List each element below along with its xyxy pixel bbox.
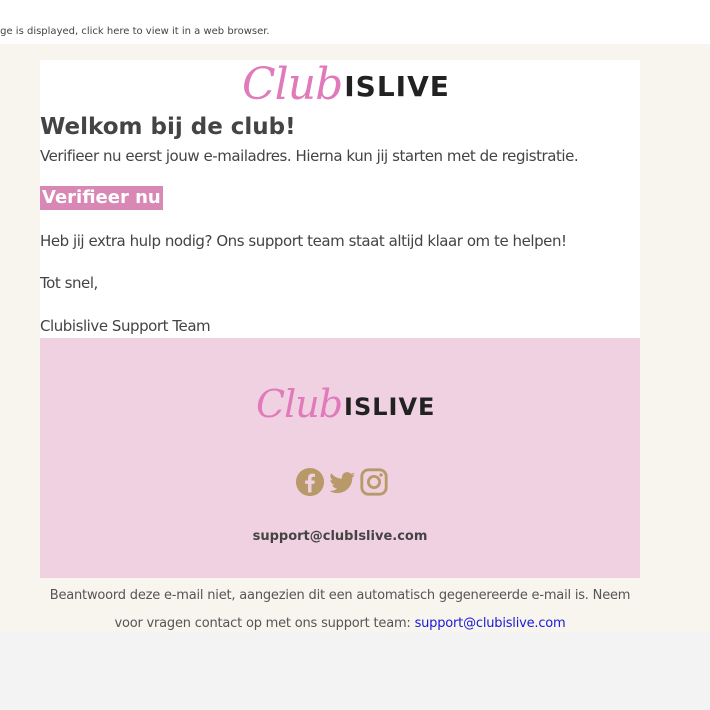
browser-view-notice-text[interactable]: age is displayed, click here to view it … xyxy=(0,26,270,37)
disclaimer-line-2: voor vragen contact op met ons support t… xyxy=(114,616,411,631)
facebook-icon[interactable] xyxy=(295,466,325,498)
help-text: Heb jij extra hulp nodig? Ons support te… xyxy=(40,232,567,250)
welcome-heading: Welkom bij de club! xyxy=(40,114,296,140)
browser-view-notice[interactable]: age is displayed, click here to view it … xyxy=(0,0,710,44)
disclaimer-line-1: Beantwoord deze e-mail niet, aangezien d… xyxy=(49,588,631,603)
email-card: Club ISLIVE Welkom bij de club! Verifiee… xyxy=(40,60,640,338)
signature-text: Clubislive Support Team xyxy=(40,317,211,335)
support-email[interactable]: support@clubIslive.com xyxy=(40,529,640,544)
email-footer: Club ISLIVE support@clubIslive.com xyxy=(40,338,640,578)
instagram-icon[interactable] xyxy=(359,466,389,498)
footer-logo: Club ISLIVE xyxy=(256,382,435,426)
logo-script-text: Club xyxy=(242,59,343,110)
footer-logo-script-text: Club xyxy=(256,382,343,426)
verify-button[interactable]: Verifieer nu xyxy=(40,186,163,210)
intro-text: Verifieer nu eerst jouw e-mailadres. Hie… xyxy=(40,147,579,165)
social-links xyxy=(295,466,389,498)
closing-text: Tot snel, xyxy=(40,274,98,292)
logo-bold-text: ISLIVE xyxy=(344,70,450,103)
support-email-link[interactable]: support@clubislive.com xyxy=(415,616,566,631)
twitter-icon[interactable] xyxy=(327,466,357,498)
footer-logo-bold-text: ISLIVE xyxy=(344,393,436,421)
clubislive-logo: Club ISLIVE xyxy=(242,60,450,110)
disclaimer: Beantwoord deze e-mail niet, aangezien d… xyxy=(40,582,640,638)
